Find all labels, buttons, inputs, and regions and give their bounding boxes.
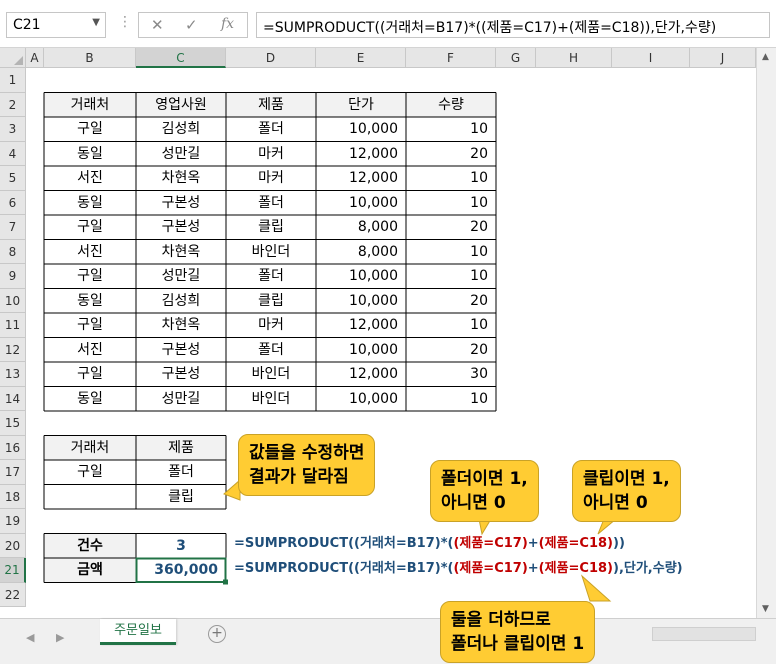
vertical-scrollbar[interactable]: ▲ ▼ — [756, 48, 776, 618]
formula-text: =SUMPRODUCT((거래처=B17)*((제품=C17)+(제품=C18)… — [263, 20, 717, 36]
formula-bar: C21 ▼ ⋮ ✕ ✓ fx =SUMPRODUCT((거래처=B17)*((제… — [0, 0, 776, 48]
cancel-icon[interactable]: ✕ — [151, 16, 164, 34]
scroll-down-icon[interactable]: ▼ — [762, 604, 769, 614]
horizontal-scrollbar[interactable] — [652, 627, 756, 641]
sheet-tab[interactable]: 주문일보 — [100, 619, 176, 645]
name-box-value: C21 — [13, 17, 41, 33]
worksheet: ABCDEFGHIJ 1 2 3 4 5 6 7 8 9 10 11 12 13 14 15 16 17 18 19… — [0, 48, 776, 618]
next-sheet-icon[interactable]: ▶ — [56, 631, 64, 644]
chevron-down-icon[interactable]: ▼ — [92, 17, 100, 28]
add-sheet-icon[interactable]: + — [208, 625, 226, 643]
prev-sheet-icon[interactable]: ◀ — [26, 631, 34, 644]
callout-edit-values: 값들을 수정하면 결과가 달라짐 — [238, 434, 376, 496]
callout-pointers — [223, 478, 624, 602]
callout-folder: 폴더이면 1, 아니면 0 — [430, 460, 539, 522]
formula-input[interactable]: =SUMPRODUCT((거래처=B17)*((제품=C17)+(제품=C18)… — [256, 12, 770, 38]
drag-handle-icon[interactable]: ⋮ — [118, 14, 133, 30]
scroll-up-icon[interactable]: ▲ — [762, 52, 769, 62]
callout-sum: 둘을 더하므로 폴더나 클립이면 1 — [440, 601, 596, 663]
name-box[interactable]: C21 ▼ — [6, 12, 106, 38]
formula-buttons: ✕ ✓ fx — [138, 12, 248, 38]
sheet-tab-bar: ◀ ▶ 주문일보 + — [0, 618, 776, 664]
check-icon[interactable]: ✓ — [185, 16, 198, 34]
fx-icon[interactable]: fx — [221, 16, 234, 32]
callout-clip: 클립이면 1, 아니면 0 — [572, 460, 681, 522]
